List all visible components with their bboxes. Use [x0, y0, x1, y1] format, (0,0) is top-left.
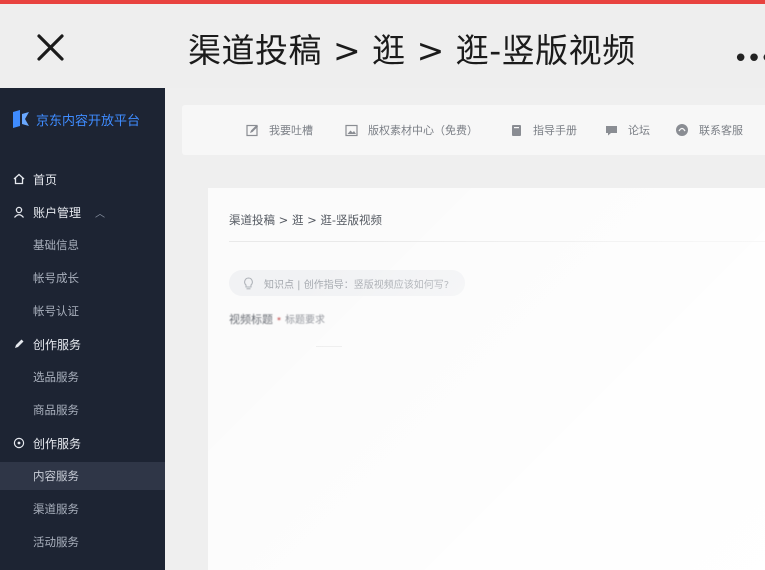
guide-manual-link[interactable]: 指导手册 — [509, 122, 577, 138]
sidebar-item-basic-info[interactable]: 基础信息 — [0, 231, 165, 259]
tip-text: 知识点 | 创作指导：竖版视频应该如何写? — [264, 279, 450, 291]
pen-icon — [12, 337, 26, 351]
edit-icon — [245, 123, 259, 137]
home-icon — [12, 172, 26, 186]
sidebar-item-creation[interactable]: 创作服务 — [0, 330, 165, 358]
sidebar-item-account[interactable]: 账户管理 ︿ — [0, 198, 165, 226]
field-label-text: 视频标题 — [229, 313, 273, 326]
sidebar-item-content-service[interactable]: 内容服务 — [0, 462, 165, 490]
sidebar-item-label: 商品服务 — [33, 403, 79, 417]
creation-tip-link[interactable]: 知识点 | 创作指导：竖版视频应该如何写? — [229, 270, 465, 296]
feedback-link[interactable]: 我要吐槽 — [245, 122, 313, 138]
toolbar-item-label: 指导手册 — [533, 124, 577, 137]
page-title: 渠道投稿 > 逛 > 逛-竖版视频 — [188, 31, 636, 70]
toolbar-item-label: 我要吐槽 — [269, 124, 313, 137]
toolbar-item-label: 联系客服 — [699, 124, 743, 137]
sidebar-item-channel-service[interactable]: 渠道服务 — [0, 495, 165, 523]
sidebar-item-label: 选品服务 — [33, 370, 79, 384]
sidebar-item-home[interactable]: 首页 — [0, 165, 165, 193]
main-area: 我要吐槽 版权素材中心（免费） 指导手册 论坛 联系客服 渠道投稿 > 逛 > … — [165, 88, 765, 570]
video-title-label: 视频标题 * 标题要求 — [229, 311, 325, 327]
user-icon — [12, 205, 26, 219]
close-icon[interactable] — [30, 28, 70, 68]
more-options-icon[interactable]: ••• — [733, 44, 765, 74]
sidebar-item-label: 创作服务 — [33, 436, 82, 451]
book-icon — [509, 123, 523, 137]
sidebar-item-activity-service[interactable]: 活动服务 — [0, 528, 165, 556]
sidebar-item-label: 首页 — [33, 172, 58, 187]
sidebar-item-product-select[interactable]: 选品服务 — [0, 363, 165, 391]
faded-input-underline — [316, 346, 342, 347]
content-card: 渠道投稿 > 逛 > 逛-竖版视频 知识点 | 创作指导：竖版视频应该如何写? … — [208, 188, 765, 570]
sidebar-item-label: 基础信息 — [33, 238, 79, 252]
lightbulb-icon — [243, 276, 254, 290]
sidebar-item-label: 账户管理 — [33, 205, 82, 220]
sidebar-item-account-verify[interactable]: 帐号认证 — [0, 297, 165, 325]
forum-link[interactable]: 论坛 — [604, 122, 650, 138]
breadcrumb: 渠道投稿 > 逛 > 逛-竖版视频 — [229, 213, 383, 227]
sidebar-item-goods-service[interactable]: 商品服务 — [0, 396, 165, 424]
screen-glare-overlay — [208, 188, 765, 570]
customer-service-link[interactable]: 联系客服 — [675, 122, 743, 138]
sidebar-item-label: 创作服务 — [33, 337, 82, 352]
divider — [229, 241, 765, 242]
copyright-material-link[interactable]: 版权素材中心（免费） — [344, 122, 478, 138]
title-bar: 渠道投稿 > 逛 > 逛-竖版视频 ••• — [0, 4, 765, 88]
logo-icon — [13, 110, 29, 128]
toolbar-item-label: 版权素材中心（免费） — [368, 124, 478, 137]
required-mark: * — [277, 316, 281, 325]
toolbar-item-label: 论坛 — [628, 124, 650, 137]
logo-text: 京东内容开放平台 — [36, 113, 141, 129]
chat-icon — [604, 123, 618, 137]
sidebar-item-label: 渠道服务 — [33, 502, 79, 516]
chevron-up-icon[interactable]: ︿ — [95, 205, 105, 220]
sidebar-item-label: 帐号成长 — [33, 271, 79, 285]
top-toolbar: 我要吐槽 版权素材中心（免费） 指导手册 论坛 联系客服 — [182, 105, 765, 155]
sidebar-item-account-growth[interactable]: 帐号成长 — [0, 264, 165, 292]
sidebar-item-label: 内容服务 — [33, 469, 79, 483]
sidebar-item-label: 帐号认证 — [33, 304, 79, 318]
sidebar-item-creation-service[interactable]: 创作服务 — [0, 429, 165, 457]
image-icon — [344, 123, 358, 137]
sidebar: 京东内容开放平台 首页 账户管理 ︿ 基础信息 帐号成长 帐号认证 创作服务 选… — [0, 88, 165, 570]
target-icon — [12, 436, 26, 450]
logo[interactable]: 京东内容开放平台 — [10, 106, 140, 132]
field-hint[interactable]: 标题要求 — [285, 315, 325, 326]
sidebar-item-label: 活动服务 — [33, 535, 79, 549]
headset-icon — [675, 123, 689, 137]
